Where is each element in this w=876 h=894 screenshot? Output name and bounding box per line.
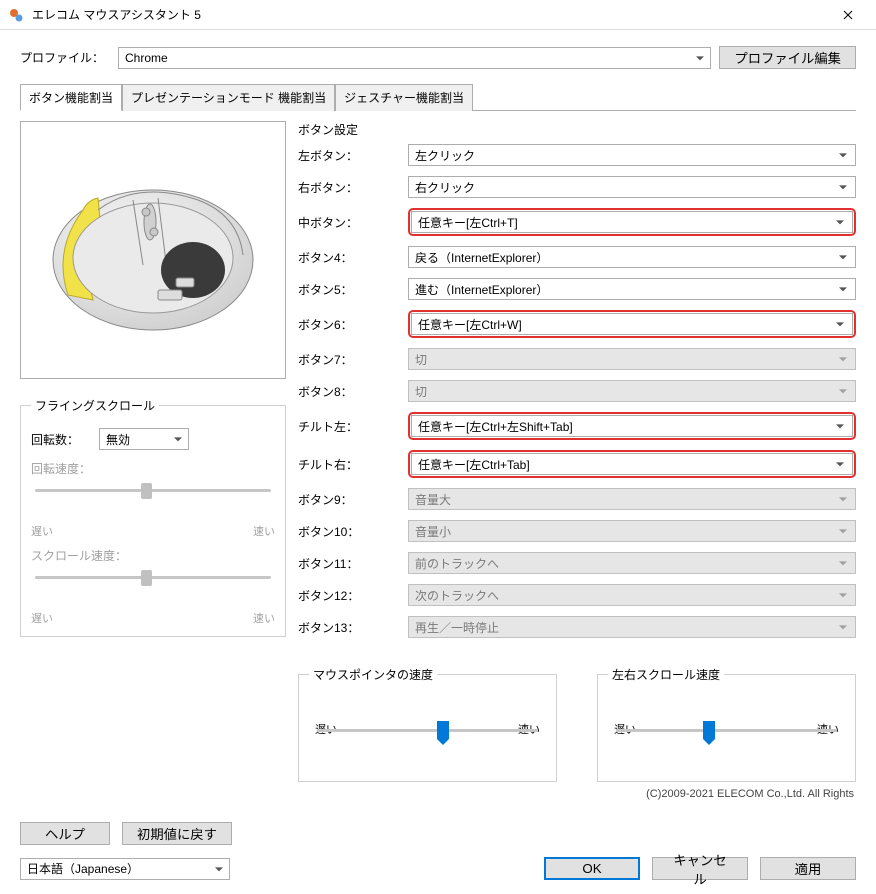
profile-value: Chrome (125, 51, 168, 65)
flying-scroll-legend: フライングスクロール (31, 397, 159, 414)
apply-button[interactable]: 適用 (760, 857, 856, 880)
slow-label: 遅い (31, 523, 53, 539)
hscroll-speed-group: 左右スクロール速度 遅い 速い (597, 666, 856, 782)
button8-combo: 切 (408, 380, 856, 402)
button9-combo: 音量大 (408, 488, 856, 510)
profile-select[interactable]: Chrome (118, 47, 711, 69)
tilt-left-combo[interactable]: 任意キー[左Ctrl+左Shift+Tab] (411, 415, 853, 437)
mouse-illustration (38, 150, 268, 350)
button6-highlight: 任意キー[左Ctrl+W] (408, 310, 856, 338)
button6-combo[interactable]: 任意キー[左Ctrl+W] (411, 313, 853, 335)
button12-combo: 次のトラックへ (408, 584, 856, 606)
rotation-value: 無効 (106, 431, 130, 448)
copyright: (C)2009-2021 ELECOM Co.,Ltd. All Rights (298, 788, 854, 800)
left-button-label: 左ボタン： (298, 147, 398, 164)
button-settings-title: ボタン設定 (298, 121, 856, 138)
close-button[interactable] (828, 0, 868, 30)
button5-label: ボタン5： (298, 281, 398, 298)
pointer-speed-legend: マウスポインタの速度 (309, 666, 437, 683)
tilt-right-highlight: 任意キー[左Ctrl+Tab] (408, 450, 856, 478)
language-value: 日本語（Japanese） (27, 860, 139, 877)
button10-combo: 音量小 (408, 520, 856, 542)
titlebar: エレコム マウスアシスタント 5 (0, 0, 876, 30)
right-button-combo[interactable]: 右クリック (408, 176, 856, 198)
app-icon (8, 7, 24, 23)
rotation-select[interactable]: 無効 (99, 428, 189, 450)
button13-label: ボタン13： (298, 619, 398, 636)
scroll-speed-slider (31, 568, 275, 588)
button5-combo[interactable]: 進む（InternetExplorer） (408, 278, 856, 300)
button10-label: ボタン10： (298, 523, 398, 540)
tilt-left-highlight: 任意キー[左Ctrl+左Shift+Tab] (408, 412, 856, 440)
right-button-label: 右ボタン： (298, 179, 398, 196)
middle-highlight: 任意キー[左Ctrl+T] (408, 208, 856, 236)
mouse-image-box (20, 121, 286, 379)
cancel-button[interactable]: キャンセル (652, 857, 748, 880)
hscroll-speed-legend: 左右スクロール速度 (608, 666, 724, 683)
rotation-speed-slider (31, 481, 275, 501)
middle-button-label: 中ボタン： (298, 214, 398, 231)
pointer-speed-slider[interactable]: 遅い 速い (309, 721, 546, 771)
tab-bar: ボタン機能割当 プレゼンテーションモード 機能割当 ジェスチャー機能割当 (20, 83, 856, 111)
tilt-left-label: チルト左： (298, 418, 398, 435)
button12-label: ボタン12： (298, 587, 398, 604)
flying-scroll-group: フライングスクロール 回転数： 無効 回転速度： 遅い 速い スクロール速度： (20, 397, 286, 637)
button4-combo[interactable]: 戻る（InternetExplorer） (408, 246, 856, 268)
slow-label-2: 遅い (31, 610, 53, 626)
left-button-combo[interactable]: 左クリック (408, 144, 856, 166)
tab-presentation[interactable]: プレゼンテーションモード 機能割当 (122, 84, 335, 111)
hscroll-speed-slider[interactable]: 遅い 速い (608, 721, 845, 771)
tilt-right-combo[interactable]: 任意キー[左Ctrl+Tab] (411, 453, 853, 475)
button7-combo: 切 (408, 348, 856, 370)
button13-combo: 再生／一時停止 (408, 616, 856, 638)
button8-label: ボタン8： (298, 383, 398, 400)
button6-label: ボタン6： (298, 316, 398, 333)
button4-label: ボタン4： (298, 249, 398, 266)
language-select[interactable]: 日本語（Japanese） (20, 858, 230, 880)
tilt-right-label: チルト右： (298, 456, 398, 473)
window-title: エレコム マウスアシスタント 5 (32, 6, 828, 23)
profile-edit-button[interactable]: プロファイル編集 (719, 46, 856, 69)
help-button[interactable]: ヘルプ (20, 822, 110, 845)
button9-label: ボタン9： (298, 491, 398, 508)
tab-gesture[interactable]: ジェスチャー機能割当 (335, 84, 473, 111)
profile-label: プロファイル： (20, 49, 110, 66)
fast-label-2: 速い (253, 610, 275, 626)
button11-label: ボタン11： (298, 555, 398, 572)
reset-button[interactable]: 初期値に戻す (122, 822, 232, 845)
fast-label: 速い (253, 523, 275, 539)
pointer-speed-group: マウスポインタの速度 遅い 速い (298, 666, 557, 782)
tab-button-assign[interactable]: ボタン機能割当 (20, 84, 122, 111)
rotation-label: 回転数： (31, 431, 91, 448)
scroll-speed-label: スクロール速度： (31, 547, 275, 564)
ok-button[interactable]: OK (544, 857, 640, 880)
button11-combo: 前のトラックへ (408, 552, 856, 574)
middle-button-combo[interactable]: 任意キー[左Ctrl+T] (411, 211, 853, 233)
rotation-speed-label: 回転速度： (31, 460, 275, 477)
button7-label: ボタン7： (298, 351, 398, 368)
